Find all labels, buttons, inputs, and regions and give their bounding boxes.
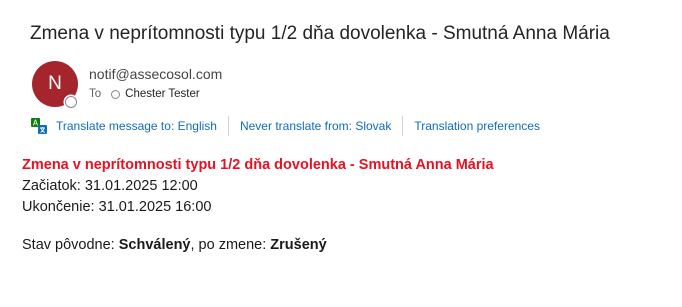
start-time: Začiatok: 31.01.2025 12:00 (22, 178, 198, 194)
avatar-initial: N (48, 73, 62, 94)
translate-icon: A (31, 118, 47, 134)
separator (402, 116, 404, 136)
recipients-line: To Chester Tester (89, 88, 200, 100)
body-headline: Zmena v neprítomnosti typu 1/2 dňa dovol… (22, 157, 494, 173)
translate-message-link[interactable]: Translate message to: English (56, 119, 217, 133)
email-body: Zmena v neprítomnosti typu 1/2 dňa dovol… (22, 155, 494, 256)
end-time: Ukončenie: 31.01.2025 16:00 (22, 199, 212, 215)
status-new: Zrušený (270, 237, 327, 253)
status-line: Stav pôvodne: Schválený, po zmene: Zruše… (22, 235, 494, 256)
recipient-presence-icon (111, 89, 121, 99)
sender-address[interactable]: notif@assecosol.com (89, 66, 222, 82)
to-label: To (89, 88, 102, 100)
translation-bar: A Translate message to: English Never tr… (30, 116, 540, 136)
recipient-name[interactable]: Chester Tester (125, 88, 200, 100)
email-reading-pane: Zmena v neprítomnosti typu 1/2 dňa dovol… (0, 0, 682, 307)
status-original: Schválený (118, 237, 191, 253)
status-prefix: Stav pôvodne: (22, 237, 119, 253)
separator (227, 116, 229, 136)
translation-preferences-link[interactable]: Translation preferences (414, 119, 540, 133)
status-middle: , po zmene: (190, 237, 271, 253)
email-subject: Zmena v neprítomnosti typu 1/2 dňa dovol… (30, 23, 610, 44)
never-translate-link[interactable]: Never translate from: Slovak (240, 119, 391, 133)
presence-status-icon (65, 96, 77, 108)
